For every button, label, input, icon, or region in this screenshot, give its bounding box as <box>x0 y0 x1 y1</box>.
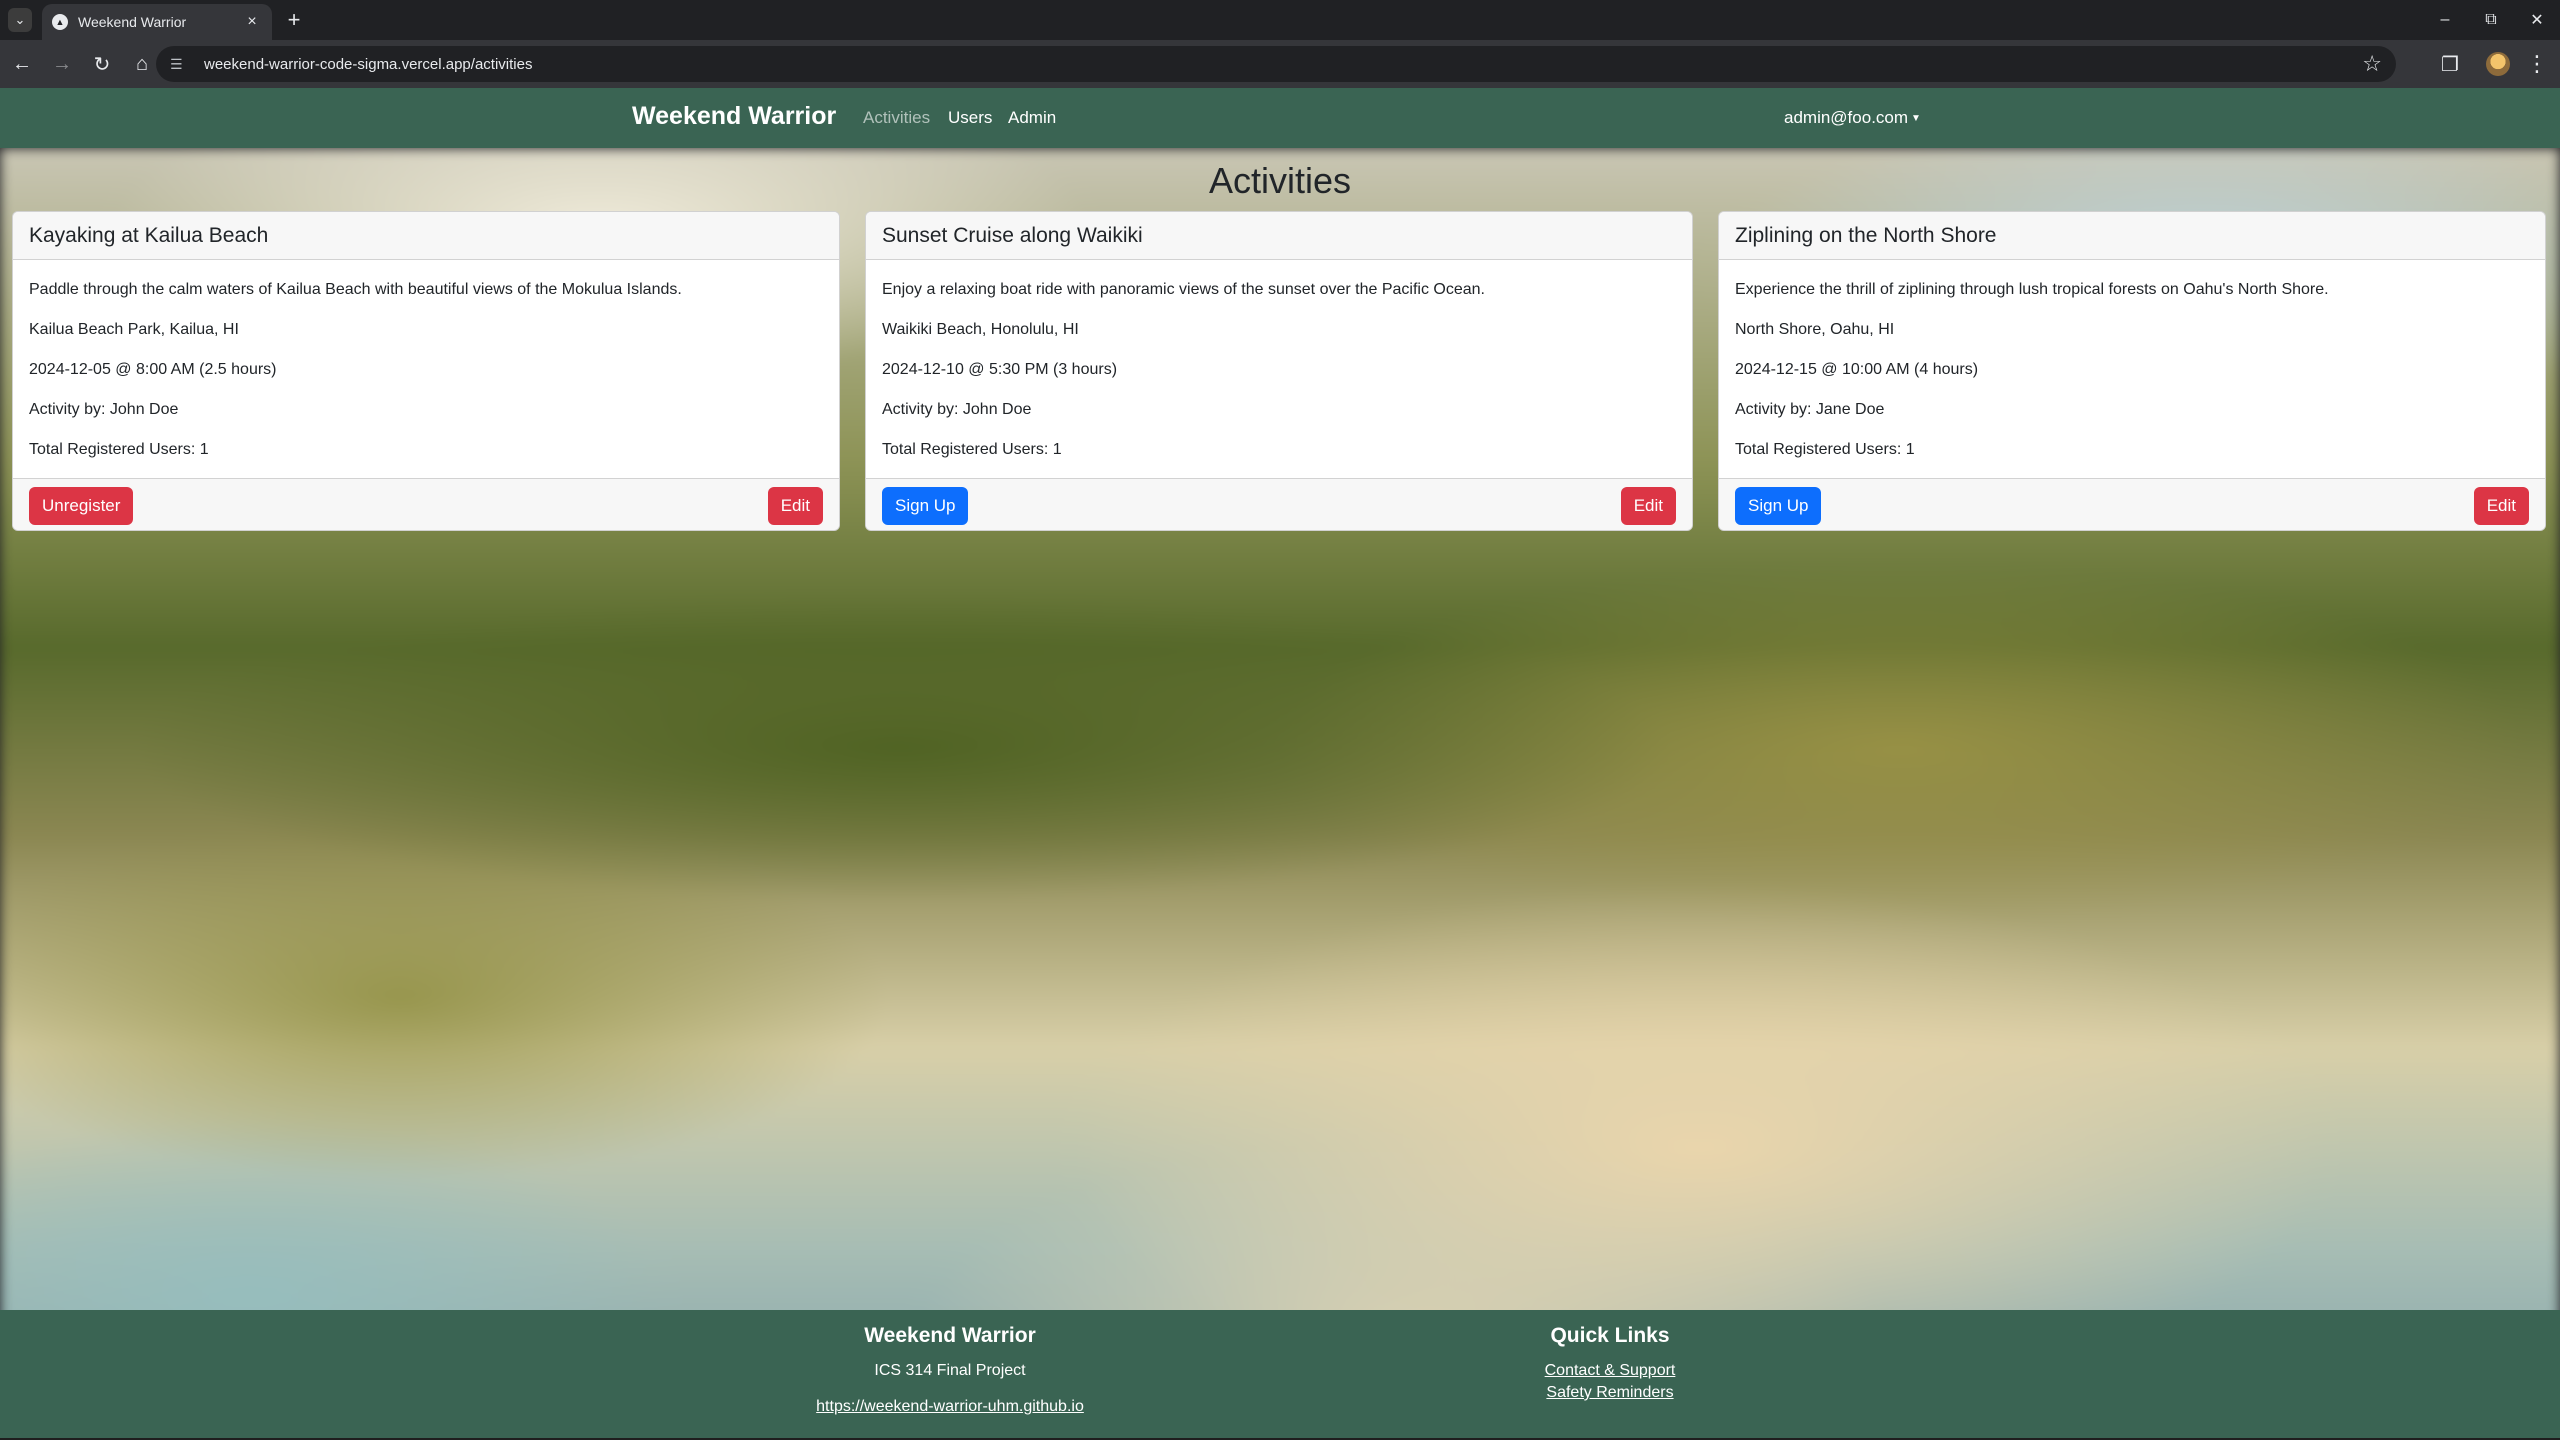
close-icon[interactable]: × <box>242 13 262 31</box>
tab-title: Weekend Warrior <box>78 14 187 30</box>
activity-description: Experience the thrill of ziplining throu… <box>1735 281 2329 298</box>
unregister-button[interactable]: Unregister <box>29 486 134 525</box>
tune-icon[interactable]: ☰ <box>170 56 194 73</box>
contact-support-link[interactable]: Contact & Support <box>1410 1362 1810 1380</box>
activity-card: Ziplining on the North Shore Experience … <box>1718 211 2546 531</box>
kebab-icon[interactable]: ⋮ <box>2522 46 2552 82</box>
card-title: Kayaking at Kailua Beach <box>13 212 839 260</box>
nav-link-activities[interactable]: Activities <box>863 108 930 128</box>
address-bar[interactable]: ☰ weekend-warrior-code-sigma.vercel.app/… <box>156 46 2396 82</box>
close-icon[interactable]: ✕ <box>2514 0 2560 40</box>
activity-location: Waikiki Beach, Honolulu, HI <box>882 321 1079 338</box>
activity-datetime: 2024-12-05 @ 8:00 AM (2.5 hours) <box>29 361 277 378</box>
nav-link-admin[interactable]: Admin <box>1008 108 1056 128</box>
activity-location: Kailua Beach Park, Kailua, HI <box>29 321 239 338</box>
card-body: Paddle through the calm waters of Kailua… <box>13 260 839 478</box>
card-body: Enjoy a relaxing boat ride with panorami… <box>866 260 1692 478</box>
activity-owner: Activity by: John Doe <box>882 401 1032 418</box>
window-controls: – ⧉ ✕ <box>2422 0 2560 40</box>
nav-link-users[interactable]: Users <box>948 108 992 128</box>
browser-toolbar: ← → ↻ ⌂ ☰ weekend-warrior-code-sigma.ver… <box>0 40 2560 88</box>
avatar[interactable] <box>2486 52 2510 76</box>
activity-datetime: 2024-12-15 @ 10:00 AM (4 hours) <box>1735 361 1979 378</box>
footer-quick-links-column: Quick Links Contact & Support Safety Rem… <box>1410 1310 1810 1402</box>
user-dropdown[interactable]: admin@foo.com ▼ <box>1784 108 1921 128</box>
activity-datetime: 2024-12-10 @ 5:30 PM (3 hours) <box>882 361 1118 378</box>
chevron-down-icon[interactable]: ⌄ <box>8 8 32 32</box>
activity-description: Paddle through the calm waters of Kailua… <box>29 281 682 298</box>
edit-button[interactable]: Edit <box>2473 486 2529 525</box>
activity-registered-count: Total Registered Users: 1 <box>29 441 209 458</box>
footer-project-text: ICS 314 Final Project <box>874 1362 1026 1379</box>
activity-card: Sunset Cruise along Waikiki Enjoy a rela… <box>865 211 1693 531</box>
arrow-right-icon[interactable]: → <box>44 46 80 82</box>
footer-site-link[interactable]: https://weekend-warrior-uhm.github.io <box>750 1398 1150 1416</box>
url-text[interactable]: weekend-warrior-code-sigma.vercel.app/ac… <box>204 56 2362 73</box>
site-navbar: Weekend Warrior Activities Users Admin a… <box>0 88 2560 148</box>
sign-up-button[interactable]: Sign Up <box>882 486 969 525</box>
footer-brand-column: Weekend Warrior ICS 314 Final Project ht… <box>750 1310 1150 1416</box>
activity-owner: Activity by: Jane Doe <box>1735 401 1885 418</box>
activity-registered-count: Total Registered Users: 1 <box>882 441 1062 458</box>
reload-icon[interactable]: ↻ <box>84 46 120 82</box>
arrow-left-icon[interactable]: ← <box>4 46 40 82</box>
page-title: Activities <box>1208 160 1352 201</box>
caret-down-icon: ▼ <box>1911 113 1921 124</box>
safety-reminders-link[interactable]: Safety Reminders <box>1410 1384 1810 1402</box>
activity-location: North Shore, Oahu, HI <box>1735 321 1895 338</box>
triangle-icon: ▲ <box>52 14 68 30</box>
restore-icon[interactable]: ⧉ <box>2468 0 2514 40</box>
card-title: Ziplining on the North Shore <box>1719 212 2545 260</box>
activity-description: Enjoy a relaxing boat ride with panorami… <box>882 281 1485 298</box>
edit-button[interactable]: Edit <box>1620 486 1676 525</box>
card-footer: Sign Up Edit <box>1719 478 2545 530</box>
site-footer: Weekend Warrior ICS 314 Final Project ht… <box>0 1310 2560 1440</box>
user-email: admin@foo.com <box>1784 108 1909 127</box>
edit-button[interactable]: Edit <box>767 486 823 525</box>
brand-link[interactable]: Weekend Warrior <box>632 102 836 131</box>
footer-brand-heading: Weekend Warrior <box>864 1324 1036 1347</box>
plus-icon[interactable]: + <box>282 7 306 32</box>
home-icon[interactable]: ⌂ <box>124 46 160 82</box>
card-title: Sunset Cruise along Waikiki <box>866 212 1692 260</box>
star-icon[interactable]: ☆ <box>2362 51 2382 77</box>
activity-registered-count: Total Registered Users: 1 <box>1735 441 1915 458</box>
card-body: Experience the thrill of ziplining throu… <box>1719 260 2545 478</box>
minimize-icon[interactable]: – <box>2422 0 2468 40</box>
puzzle-icon[interactable]: ❐ <box>2432 46 2468 82</box>
activity-owner: Activity by: John Doe <box>29 401 179 418</box>
browser-tab-bar: ⌄ ▲ Weekend Warrior × + – ⧉ ✕ <box>0 0 2560 40</box>
browser-tab[interactable]: ▲ Weekend Warrior × <box>42 4 272 40</box>
activity-card: Kayaking at Kailua Beach Paddle through … <box>12 211 840 531</box>
sign-up-button[interactable]: Sign Up <box>1735 486 1822 525</box>
web-page: Weekend Warrior Activities Users Admin a… <box>0 88 2560 1440</box>
card-footer: Unregister Edit <box>13 478 839 530</box>
quick-links-heading: Quick Links <box>1550 1324 1670 1347</box>
card-footer: Sign Up Edit <box>866 478 1692 530</box>
